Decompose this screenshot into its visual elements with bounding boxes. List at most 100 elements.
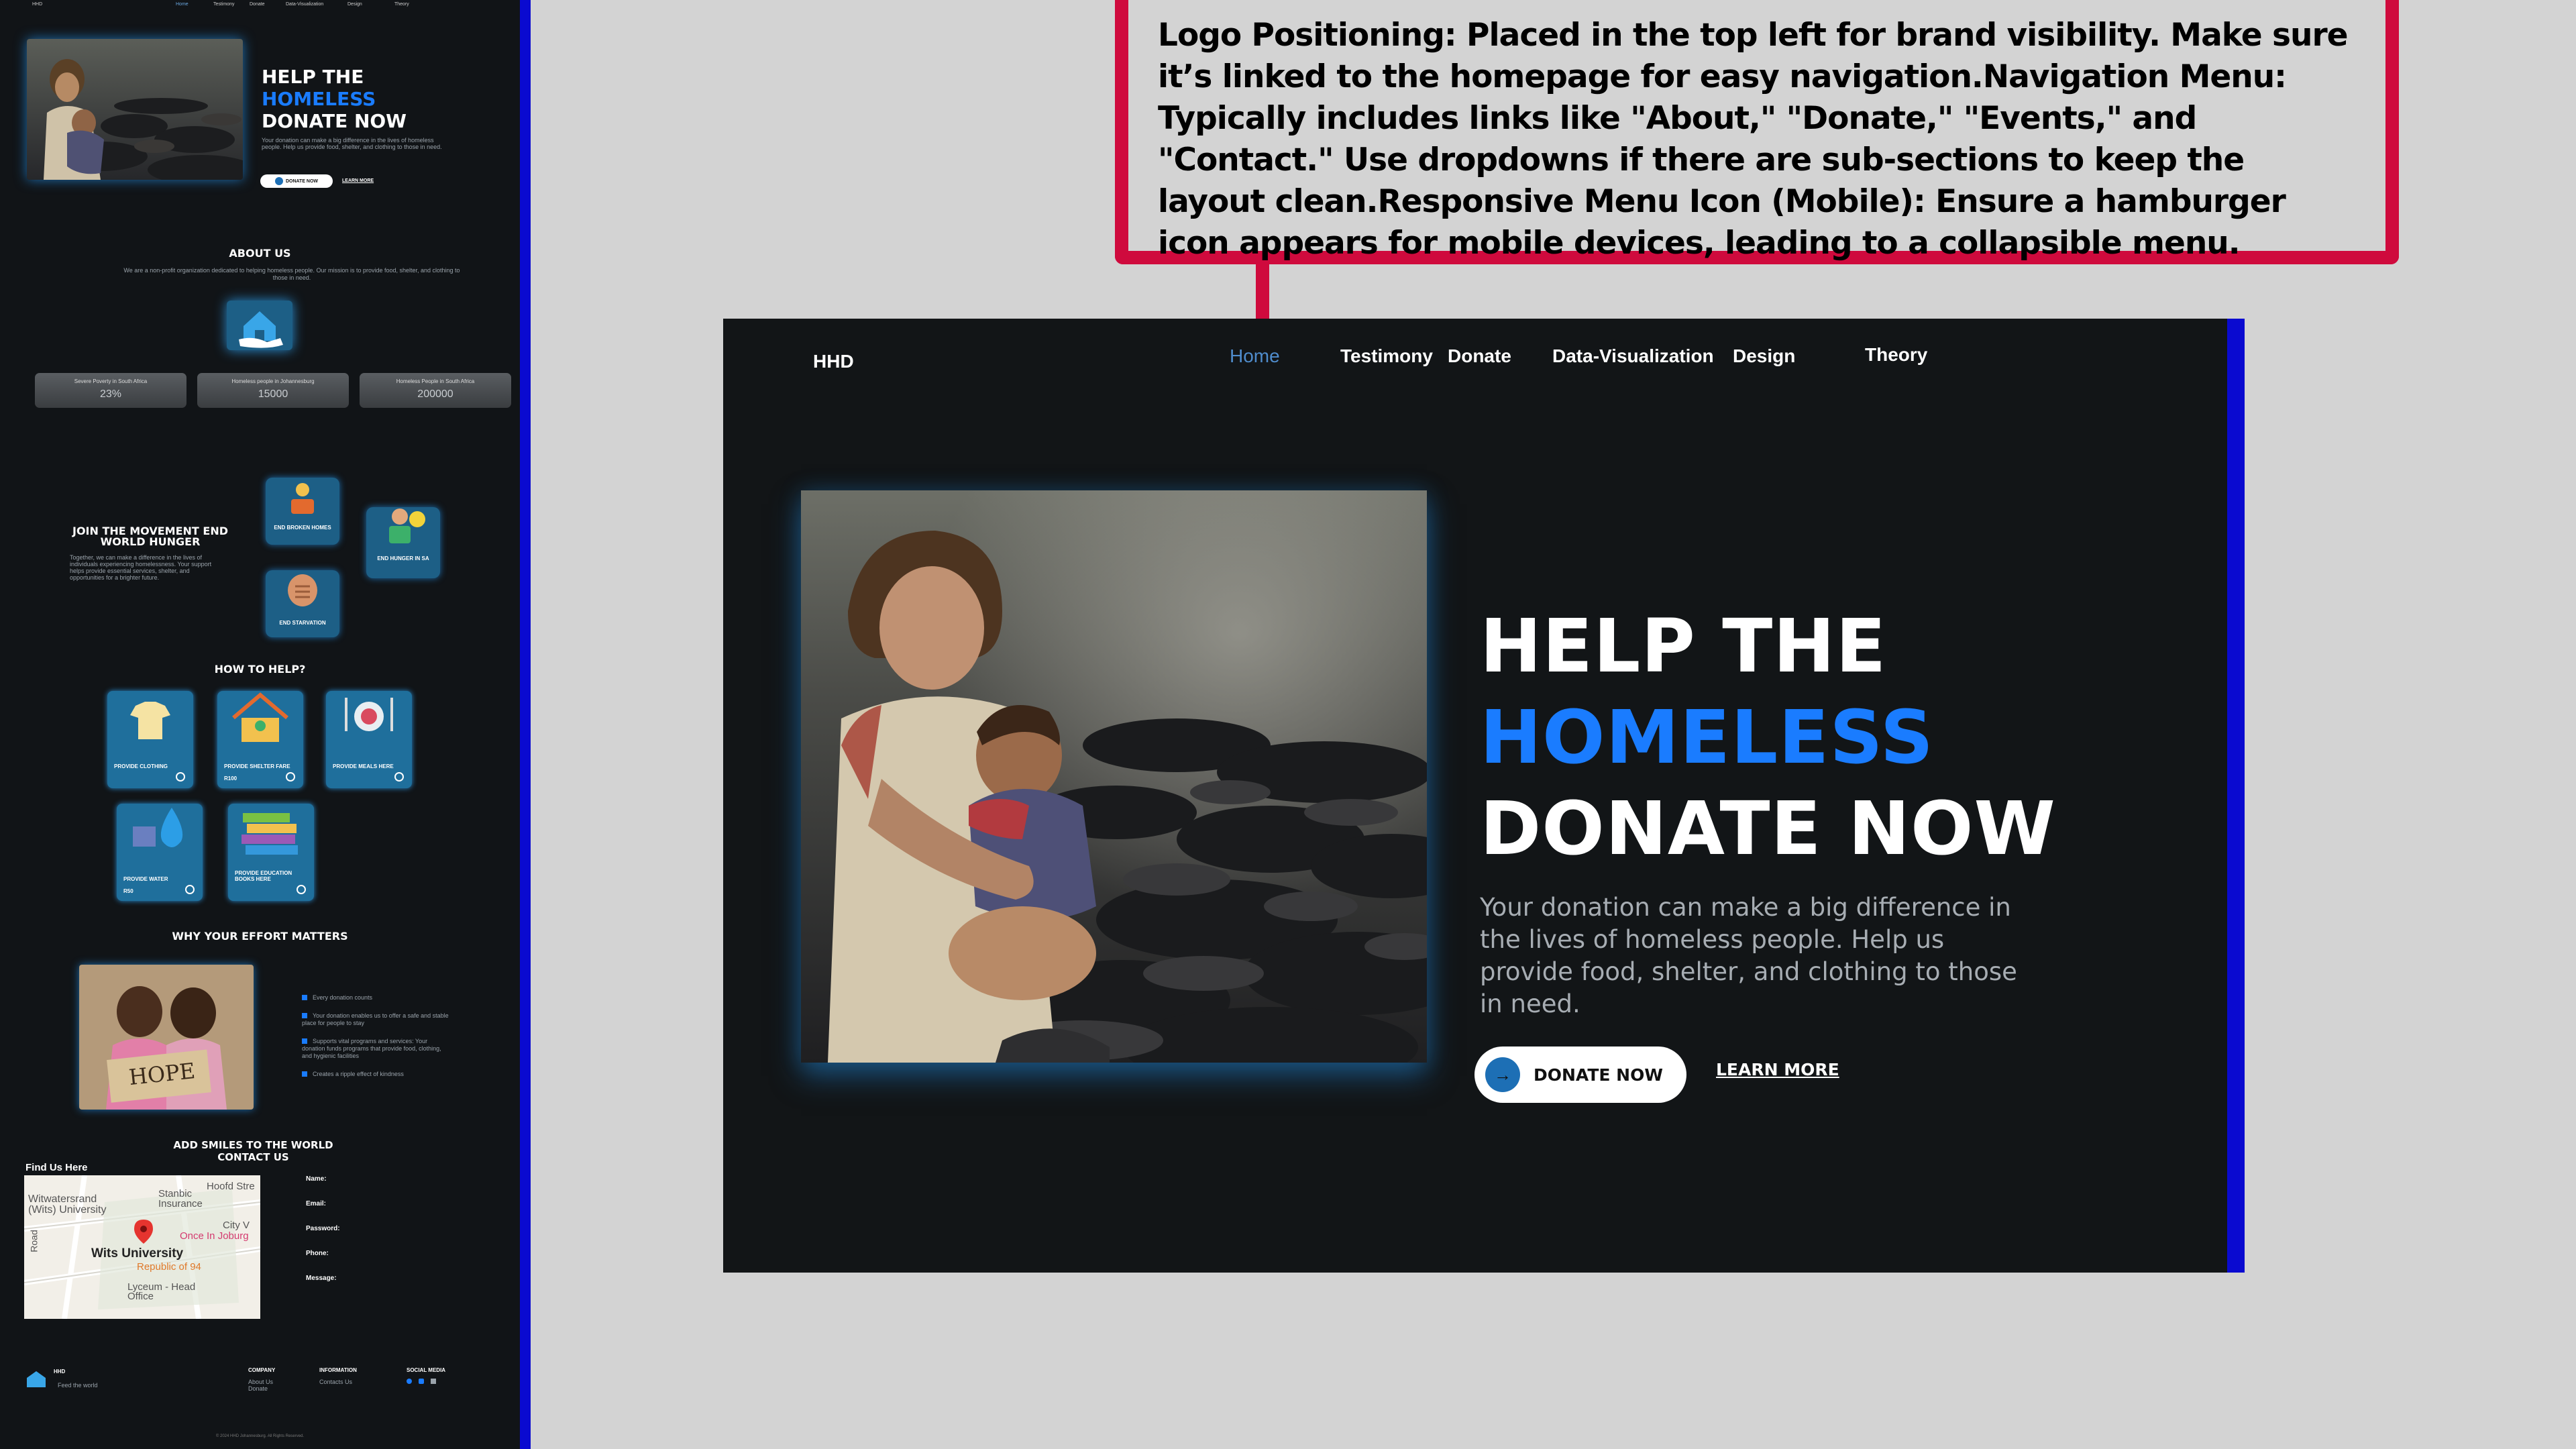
help-card-clothing[interactable]: PROVIDE CLOTHING	[107, 691, 193, 788]
full-page-preview: HHD Home Testimony Donate Data-Visualiza…	[0, 0, 520, 1449]
heart-icon	[286, 772, 295, 782]
shelter-house-icon	[232, 692, 288, 742]
help-card-title: PROVIDE CLOTHING	[114, 763, 168, 769]
stat-label: Homeless People in South Africa	[396, 378, 475, 384]
help-card-shelter[interactable]: PROVIDE SHELTER FARE R100	[217, 691, 303, 788]
preview-hero-title: HELP THE HOMELESS DONATE NOW	[262, 66, 407, 132]
hero-title-line3: DONATE NOW	[1480, 786, 2056, 871]
preview-about-title: ABOUT US	[229, 247, 291, 260]
map-label: Road	[28, 1230, 40, 1252]
help-card-water[interactable]: PROVIDE WATER R50	[117, 804, 203, 901]
hero-title-line2: HOMELESS	[1480, 694, 1934, 780]
meal-plate-icon	[345, 698, 393, 731]
hope-children-image: HOPE	[79, 965, 254, 1110]
preview-donate-button[interactable]: DONATE NOW	[260, 174, 333, 188]
heart-icon	[176, 772, 185, 782]
preview-hero-line1: HELP THE	[262, 66, 364, 88]
map-label: City V	[223, 1220, 250, 1231]
help-card-title: PROVIDE WATER	[123, 876, 168, 882]
preview-hero-line3: DONATE NOW	[262, 110, 407, 132]
annotation-text: Logo Positioning: Placed in the top left…	[1158, 17, 2349, 262]
books-stack-icon	[241, 813, 298, 855]
preview-nav-donate[interactable]: Donate	[250, 2, 265, 7]
broken-home-icon	[291, 483, 314, 514]
help-card-title: PROVIDE EDUCATION BOOKS HERE	[235, 870, 292, 882]
preview-effort-title: WHY YOUR EFFORT MATTERS	[172, 930, 348, 943]
nav-donate[interactable]: Donate	[1448, 345, 1511, 367]
nav-theory[interactable]: Theory	[1865, 344, 1927, 366]
learn-more-link[interactable]: LEARN MORE	[1716, 1060, 1839, 1079]
find-us-label: Find Us Here	[25, 1162, 88, 1173]
stat-value: 23%	[99, 388, 122, 400]
stat-label: Severe Poverty in South Africa	[74, 378, 148, 384]
map-label: Lyceum - Head Office	[127, 1281, 196, 1302]
hero-title-line1: HELP THE	[1480, 603, 1887, 689]
footer-col-title: INFORMATION	[319, 1367, 357, 1373]
preview-smiles-title: ADD SMILES TO THE WORLD	[173, 1139, 333, 1151]
tshirt-icon	[130, 702, 170, 739]
help-card-price: R50	[123, 888, 133, 894]
linkedin-icon[interactable]	[419, 1379, 424, 1384]
stat-card-south-africa: Homeless People in South Africa 200000	[360, 373, 511, 408]
stat-card-poverty: Severe Poverty in South Africa 23%	[35, 373, 186, 408]
preview-nav-testimony[interactable]: Testimony	[213, 2, 235, 7]
tile-end-starvation[interactable]: END STARVATION	[266, 570, 339, 637]
preview-learn-more[interactable]: LEARN MORE	[342, 178, 374, 183]
footer-col-title: COMPANY	[248, 1367, 276, 1373]
form-label-email: Email:	[306, 1200, 327, 1208]
form-label-message: Message:	[306, 1275, 337, 1282]
preview-donate-label: DONATE NOW	[285, 178, 319, 184]
help-card-meals[interactable]: PROVIDE MEALS HERE	[326, 691, 412, 788]
contact-form: Name: Email: Password: Phone: Message:	[306, 1175, 340, 1282]
tile-end-hunger-sa[interactable]: END HUNGER IN SA	[366, 507, 440, 578]
preview-nav-logo: HHD	[32, 2, 43, 7]
nav-testimony[interactable]: Testimony	[1340, 345, 1433, 367]
footer-copyright: © 2024 HHD Johannesburg. All Rights Rese…	[215, 1434, 305, 1438]
tile-end-broken-homes[interactable]: END BROKEN HOMES	[266, 478, 339, 545]
nav-logo[interactable]: HHD	[813, 351, 854, 372]
tile-label: END BROKEN HOMES	[274, 525, 331, 531]
facebook-icon[interactable]	[407, 1379, 412, 1384]
footer-tagline: Feed the world	[58, 1382, 98, 1389]
stat-value: 200000	[417, 388, 453, 400]
footer-logo-text[interactable]: HHD	[54, 1368, 65, 1375]
footer-link-about[interactable]: About Us	[248, 1379, 275, 1385]
preview-nav-dataviz[interactable]: Data-Visualization	[286, 2, 323, 7]
preview-nav-theory[interactable]: Theory	[394, 2, 409, 7]
nav-home[interactable]: Home	[1230, 345, 1280, 367]
map-label: Hoofd Stre	[207, 1181, 255, 1192]
preview-join-title: JOIN THE MOVEMENT END WORLD HUNGER	[72, 525, 228, 548]
preview-nav-design[interactable]: Design	[347, 2, 362, 7]
help-card-price: R100	[224, 775, 237, 782]
heart-icon	[297, 885, 306, 894]
effort-bullet: Every donation counts	[302, 994, 449, 1002]
effort-bullet: Creates a ripple effect of kindness	[302, 1071, 449, 1078]
preview-nav-home[interactable]: Home	[176, 2, 189, 7]
tile-label: END STARVATION	[279, 620, 326, 626]
nav-design[interactable]: Design	[1733, 345, 1795, 367]
nav-data-visualization[interactable]: Data-Visualization	[1552, 345, 1714, 367]
effort-bullet: Your donation enables us to offer a safe…	[302, 1012, 449, 1026]
screen-scroll-edge	[2227, 319, 2245, 1273]
annotation-callout: Logo Positioning: Placed in the top left…	[1115, 0, 2399, 264]
map-widget[interactable]: Witwatersrand (Wits) University Stanbic …	[24, 1175, 260, 1319]
map-label: Republic of 94	[137, 1261, 201, 1273]
preview-hero-desc: Your donation can make a big difference …	[262, 137, 442, 150]
x-twitter-icon[interactable]	[431, 1379, 436, 1384]
help-card-education[interactable]: PROVIDE EDUCATION BOOKS HERE	[228, 804, 314, 901]
preview-hero-image	[27, 39, 243, 180]
preview-nav: HHD Home Testimony Donate Data-Visualiza…	[0, 0, 520, 11]
starvation-icon	[288, 574, 317, 606]
heart-icon	[185, 885, 195, 894]
heart-icon	[394, 772, 404, 782]
stat-label: Homeless people in Johannesburg	[231, 378, 315, 384]
footer-logo-icon	[27, 1371, 46, 1387]
footer-link-donate[interactable]: Donate	[248, 1385, 275, 1392]
footer-company-col: COMPANY About Us Donate	[248, 1367, 275, 1392]
donate-now-button[interactable]: → DONATE NOW	[1474, 1046, 1686, 1103]
footer-link-contacts[interactable]: Contacts Us	[319, 1379, 357, 1385]
tile-label: END HUNGER IN SA	[377, 555, 429, 561]
form-label-phone: Phone:	[306, 1250, 329, 1257]
map-label: Wits University	[91, 1246, 184, 1260]
hero-section-screen: HHD Home Testimony Donate Data-Visualiza…	[723, 319, 2245, 1273]
